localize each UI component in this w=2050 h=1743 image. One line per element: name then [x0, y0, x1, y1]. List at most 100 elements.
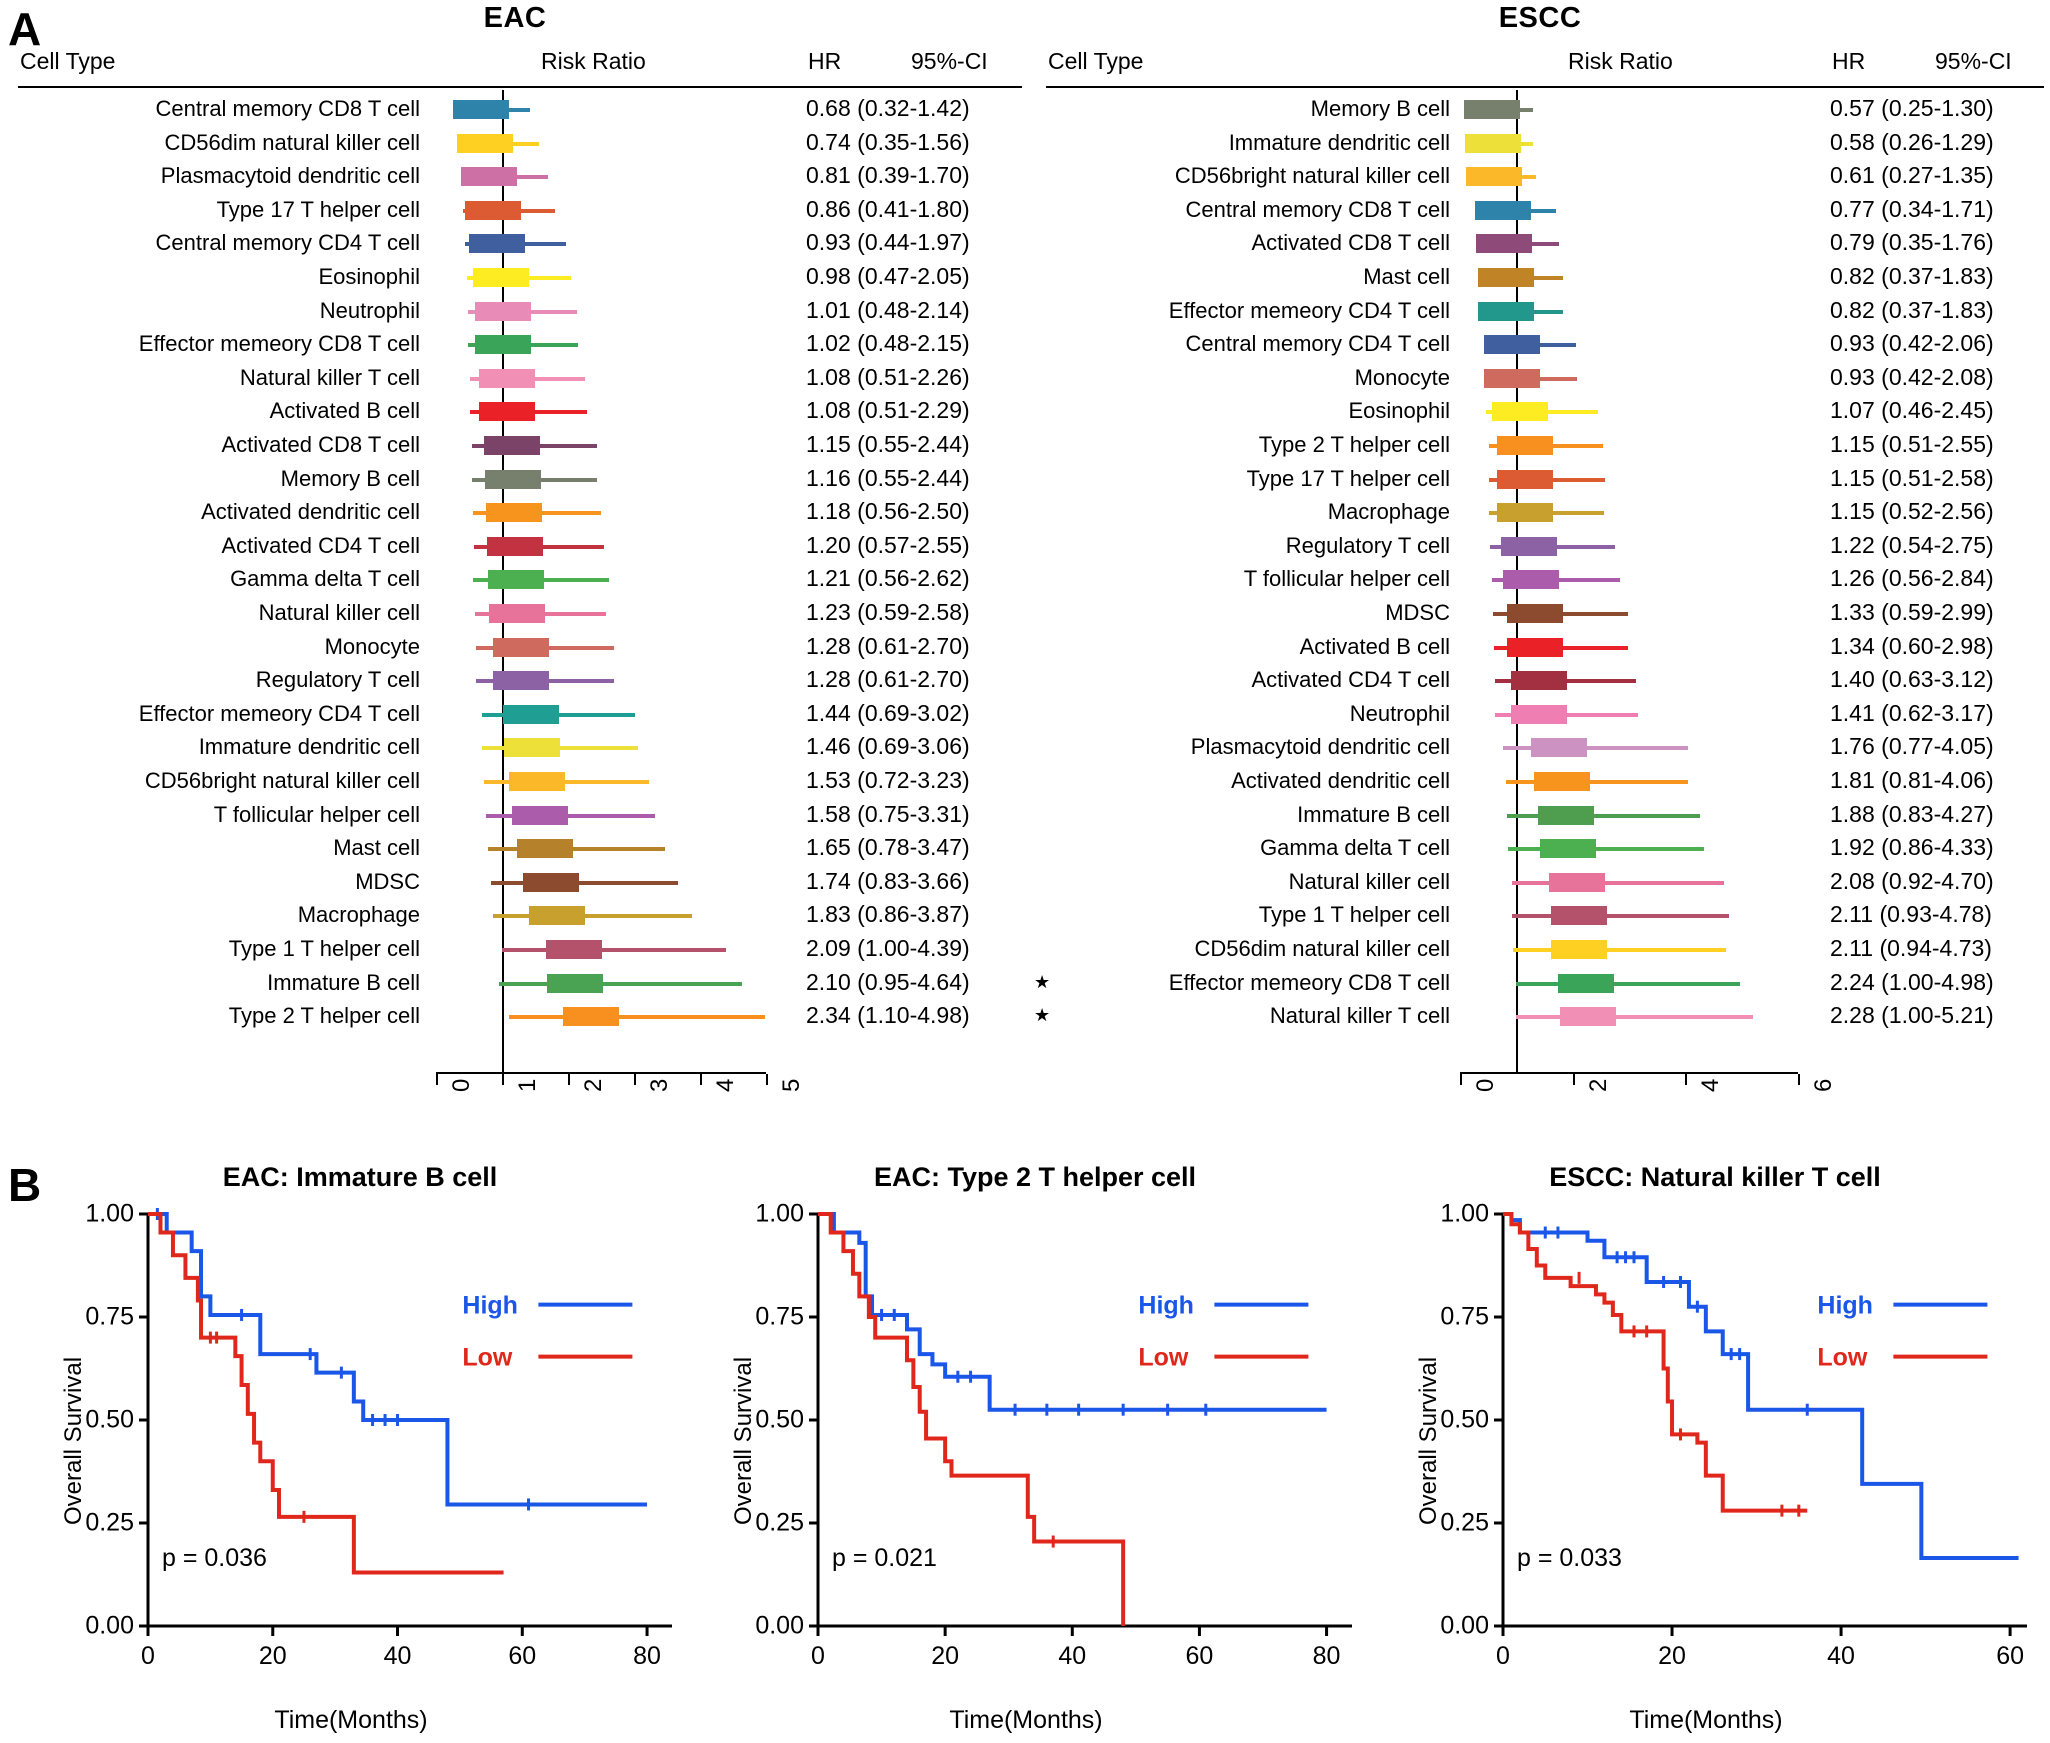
hazard-ratio-box	[509, 772, 566, 791]
hazard-ratio-box	[1478, 301, 1535, 321]
cell-type-label: CD56dim natural killer cell	[164, 129, 420, 155]
forest-row: T follicular helper cell 1.58 (0.75-3.31)	[0, 801, 1030, 828]
y-axis-tick-label: 0.75	[755, 1303, 804, 1331]
hazard-ratio-box	[1533, 772, 1590, 791]
cell-type-label: Plasmacytoid dendritic cell	[160, 163, 420, 189]
hr-ci-value: 1.01 (0.48-2.14)	[806, 296, 970, 323]
survival-curve-high	[1503, 1212, 2019, 1561]
hazard-ratio-box	[1476, 234, 1533, 254]
cell-type-label: Memory B cell	[1310, 96, 1450, 121]
hr-ci-value: 0.61 (0.27-1.35)	[1830, 162, 1994, 189]
cell-type-label: Plasmacytoid dendritic cell	[1190, 734, 1450, 760]
hazard-ratio-box	[474, 301, 531, 321]
hr-ci-value: 1.08 (0.51-2.26)	[806, 363, 970, 390]
cell-type-label: Effector memeory CD4 T cell	[1168, 297, 1450, 323]
hazard-ratio-box	[1484, 335, 1541, 355]
cell-type-label: Activated dendritic cell	[1231, 768, 1450, 793]
forest-row: Mast cell 1.65 (0.78-3.47)	[0, 834, 1030, 861]
x-axis-tick-label: 1	[514, 1078, 542, 1092]
confidence-interval-line	[1512, 948, 1727, 952]
hr-ci-value: 0.86 (0.41-1.80)	[806, 195, 970, 222]
cell-type-label: Macrophage	[1327, 499, 1450, 525]
hr-ci-value: 1.15 (0.52-2.56)	[1830, 498, 1994, 525]
legend-label-low: Low	[462, 1344, 513, 1372]
km-plot-canvas: 0.00 0.25 0.50 0.75 1.00 0 20 40 60 80 High Low p = …	[85, 1200, 672, 1670]
forest-row: Gamma delta T cell 1.92 (0.86-4.33)	[1030, 834, 2050, 861]
hazard-ratio-box	[1496, 503, 1553, 523]
x-axis-tick-label: 0	[448, 1078, 475, 1092]
eac-forest-plot: EAC Cell Type Risk Ratio HR 95%-CI Central me…	[0, 0, 1050, 1150]
hazard-ratio-box	[1507, 637, 1564, 657]
hr-ci-value: 1.40 (0.63-3.12)	[1830, 666, 1994, 693]
x-axis-tick-label: 20	[1658, 1642, 1686, 1670]
cell-type-label: Regulatory T cell	[1285, 532, 1450, 558]
hazard-ratio-box	[489, 604, 546, 623]
cell-type-label: Type 1 T helper cell	[1258, 902, 1450, 928]
cell-type-label: CD56dim natural killer cell	[1194, 936, 1450, 961]
hr-ci-value: 2.11 (0.94-4.73)	[1830, 935, 1992, 961]
forest-row: CD56dim natural killer cell 0.74 (0.35-1.…	[0, 129, 1030, 156]
forest-row: Type 2 T helper cell 2.34 (1.10-4.98) ★	[0, 1002, 1050, 1029]
hazard-ratio-box	[1466, 167, 1523, 187]
header-hr: HR	[808, 48, 842, 74]
hr-ci-value: 2.08 (0.92-4.70)	[1830, 867, 1994, 894]
hazard-ratio-box	[1464, 133, 1521, 153]
p-value-annotation: p = 0.036	[162, 1544, 267, 1572]
confidence-interval-line	[1516, 981, 1741, 986]
forest-row: Activated CD4 T cell 1.40 (0.63-3.12)	[1030, 666, 2050, 693]
forest-row: Type 1 T helper cell 2.11 (0.93-4.78)	[1030, 901, 2050, 928]
hr-ci-value: 0.79 (0.35-1.76)	[1830, 229, 1994, 256]
hazard-ratio-box	[516, 839, 573, 859]
hr-ci-value: 0.82 (0.37-1.83)	[1830, 296, 1994, 323]
cell-type-label: Immature B cell	[1297, 801, 1450, 827]
confidence-interval-line	[502, 948, 726, 952]
cell-type-label: Central memory CD4 T cell	[1185, 331, 1450, 357]
x-axis-tick	[1572, 1074, 1575, 1085]
hr-ci-value: 1.34 (0.60-2.98)	[1830, 632, 1994, 659]
confidence-interval-line	[1508, 847, 1704, 852]
forest-row: Central memory CD4 T cell 0.93 (0.42-2.06…	[1030, 330, 2050, 357]
hr-ci-value: 1.15 (0.51-2.58)	[1830, 464, 1994, 491]
hr-ci-value: 1.18 (0.56-2.50)	[806, 498, 970, 525]
x-axis-tick-label: 2	[1584, 1078, 1612, 1092]
hr-ci-value: 0.74 (0.35-1.56)	[806, 128, 970, 155]
hr-ci-value: 1.15 (0.51-2.55)	[1830, 431, 1994, 457]
forest-row: Immature B cell 2.10 (0.95-4.64) ★	[0, 969, 1050, 996]
escc-forest-plot: ESCC Cell Type Risk Ratio HR 95%-CI Memory B …	[1030, 0, 2050, 1150]
x-axis-tick	[1685, 1074, 1687, 1085]
hr-ci-value: 2.09 (1.00-4.39)	[806, 935, 970, 961]
hazard-ratio-box	[1484, 368, 1541, 388]
confidence-interval-line	[485, 813, 655, 818]
forest-row: Eosinophil 1.07 (0.46-2.45)	[1030, 397, 2050, 424]
forest-row: Mast cell 0.82 (0.37-1.83)	[1030, 263, 2050, 290]
x-axis-tick	[1460, 1074, 1462, 1085]
confidence-interval-line	[498, 981, 743, 986]
y-axis-tick-label: 0.25	[85, 1509, 134, 1537]
x-axis-tick-label: 60	[1996, 1642, 2024, 1670]
hr-ci-value: 1.58 (0.75-3.31)	[806, 800, 970, 827]
hazard-ratio-box	[1511, 704, 1568, 724]
km-plot-title: ESCC: Natural killer T cell	[1549, 1162, 1881, 1192]
forest-row: MDSC 1.33 (0.59-2.99)	[1030, 599, 2050, 626]
cell-type-label: MDSC	[1385, 600, 1450, 625]
hazard-ratio-box	[546, 940, 603, 959]
hr-ci-value: 1.15 (0.55-2.44)	[806, 431, 970, 457]
hr-ci-value: 1.41 (0.62-3.17)	[1830, 699, 1994, 726]
forest-row: Memory B cell 0.57 (0.25-1.30)	[1030, 95, 2050, 122]
forest-row: Macrophage 1.83 (0.86-3.87)	[0, 901, 1030, 928]
forest-row: Monocyte 1.28 (0.61-2.70)	[0, 633, 1030, 660]
y-axis-tick-label: 0.50	[1440, 1406, 1489, 1434]
hr-ci-value: 1.44 (0.69-3.02)	[806, 699, 970, 726]
cell-type-label: T follicular helper cell	[213, 801, 420, 827]
legend-label-low: Low	[1138, 1344, 1189, 1372]
forest-row: Natural killer T cell 1.08 (0.51-2.26)	[0, 364, 1030, 391]
cell-type-label: Type 17 T helper cell	[216, 196, 420, 222]
x-axis-line	[1460, 1072, 1798, 1074]
y-axis-tick-label: 0.50	[755, 1406, 804, 1434]
survival-curve-low	[1503, 1212, 1808, 1513]
hr-ci-value: 1.22 (0.54-2.75)	[1830, 531, 1994, 558]
y-axis-tick-label: 0.00	[1440, 1612, 1489, 1640]
x-axis-tick-label: 60	[508, 1642, 536, 1670]
forest-row: Natural killer cell 2.08 (0.92-4.70)	[1030, 868, 2050, 895]
forest-row: Effector memeory CD8 T cell 2.24 (1.00-4.…	[1030, 969, 2050, 996]
